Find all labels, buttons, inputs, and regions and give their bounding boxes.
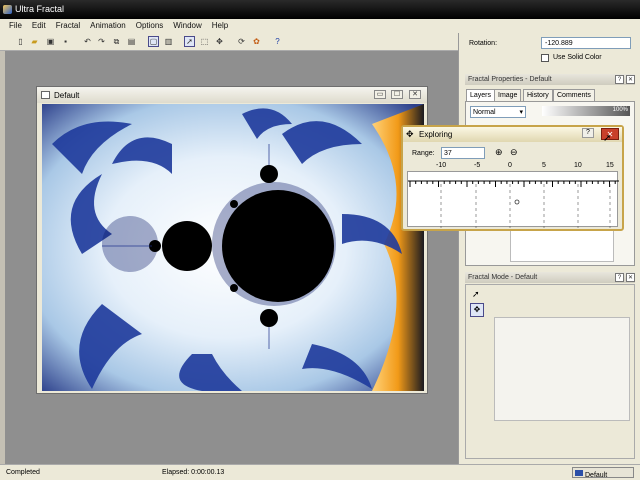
- rotation-label: Rotation:: [469, 40, 498, 47]
- zoom-in-icon[interactable]: ⊕: [495, 147, 503, 158]
- range-input[interactable]: 37: [441, 147, 485, 159]
- fractal-mode-header: Fractal Mode - Default ? ✕: [465, 272, 635, 283]
- close-icon[interactable]: ✕: [626, 75, 635, 84]
- tab-history[interactable]: History: [523, 89, 553, 101]
- help-icon[interactable]: ?: [582, 128, 594, 138]
- zoom-out-icon[interactable]: ⊖: [510, 147, 518, 158]
- exploring-titlebar[interactable]: ✥ Exploring ? ✕: [403, 127, 622, 142]
- new-icon[interactable]: ▯: [15, 36, 26, 47]
- mouse-cursor-icon: ➚: [603, 133, 612, 144]
- ruler-tick-label: 0: [508, 162, 512, 169]
- palette-icon[interactable]: ✿: [251, 36, 262, 47]
- app-title: Ultra Fractal: [15, 4, 65, 14]
- menu-help[interactable]: Help: [207, 19, 233, 33]
- explore-tool-icon[interactable]: ✥: [470, 303, 484, 317]
- undo-icon[interactable]: ↶: [82, 36, 93, 47]
- layout-icon[interactable]: ▢: [148, 36, 159, 47]
- exploring-title: Exploring: [419, 130, 453, 139]
- menu-bar: File Edit Fractal Animation Options Wind…: [0, 19, 640, 33]
- menu-fractal[interactable]: Fractal: [51, 19, 85, 33]
- toolbar: ▯ ▰ ▣ ▪ ↶ ↷ ⧉ ▤ ▢ ▥ ➚ ⬚ ✥ ⟳ ✿ ?: [0, 33, 460, 51]
- maximize-button[interactable]: ☐: [391, 90, 403, 99]
- ruler-scale: [408, 180, 619, 228]
- move-icon[interactable]: ✥: [214, 36, 225, 47]
- document-titlebar[interactable]: Default ▭ ☐ ✕: [37, 87, 427, 103]
- ruler-tick-label: -10: [436, 162, 447, 169]
- save-icon[interactable]: ▪: [60, 36, 71, 47]
- range-label: Range:: [412, 150, 435, 157]
- status-text: Completed: [6, 469, 40, 476]
- elapsed-time: Elapsed: 0:00:00.13: [162, 469, 225, 476]
- opacity-value: 100%: [612, 107, 628, 113]
- layer-icon: [575, 470, 583, 476]
- current-layer-button[interactable]: Default: [572, 467, 634, 479]
- menu-edit[interactable]: Edit: [27, 19, 51, 33]
- open-icon[interactable]: ▰: [29, 36, 40, 47]
- fractal-mode-panel: ➚ ✥: [465, 284, 635, 459]
- minimize-button[interactable]: ▭: [374, 90, 386, 99]
- solid-color-label: Use Solid Color: [553, 54, 602, 61]
- tab-image[interactable]: Image: [494, 89, 522, 101]
- select-arrow-icon[interactable]: ➚: [184, 36, 195, 47]
- ruler-tick-label: 15: [606, 162, 614, 169]
- help-icon[interactable]: ?: [615, 273, 624, 282]
- help-icon[interactable]: ?: [615, 75, 624, 84]
- ruler-tick-label: 5: [542, 162, 546, 169]
- app-titlebar: Ultra Fractal: [0, 0, 640, 19]
- close-icon[interactable]: ✕: [626, 273, 635, 282]
- exploring-window[interactable]: ✥ Exploring ? ✕ Range: 37 ⊕ ⊖ -10 -5 0 5…: [401, 125, 624, 231]
- menu-file[interactable]: File: [4, 19, 27, 33]
- redo-icon[interactable]: ↷: [96, 36, 107, 47]
- fractal-mode-title: Fractal Mode - Default: [468, 274, 538, 281]
- status-bar: Completed Elapsed: 0:00:00.13 Default: [0, 464, 640, 480]
- help-icon[interactable]: ?: [272, 36, 283, 47]
- workspace-edge: [0, 51, 5, 464]
- save-all-icon[interactable]: ▣: [45, 36, 56, 47]
- right-panel: Rotation: -120.889 Use Solid Color Fract…: [458, 33, 640, 464]
- paste-icon[interactable]: ▤: [126, 36, 137, 47]
- ruler-tick-label: 10: [574, 162, 582, 169]
- pointer-tool-icon[interactable]: ➚: [472, 289, 480, 300]
- copy-icon[interactable]: ⧉: [111, 36, 122, 47]
- fractal-properties-title: Fractal Properties - Default: [468, 76, 552, 83]
- opacity-slider[interactable]: 100%: [542, 106, 630, 116]
- ruler-tick-label: -5: [474, 162, 481, 169]
- fractal-properties-header: Fractal Properties - Default ? ✕: [465, 74, 635, 85]
- rotate-icon[interactable]: ⟳: [236, 36, 247, 47]
- tab-layers[interactable]: Layers: [466, 89, 496, 101]
- panel-icon[interactable]: ▥: [163, 36, 174, 47]
- menu-window[interactable]: Window: [168, 19, 206, 33]
- blend-mode-value: Normal: [473, 109, 496, 116]
- zoom-select-icon[interactable]: ⬚: [199, 36, 210, 47]
- chevron-down-icon: ▾: [519, 109, 523, 116]
- ultra-fractal-icon: [3, 5, 12, 14]
- menu-animation[interactable]: Animation: [85, 19, 131, 33]
- mandelbrot-image: [42, 104, 424, 391]
- blend-mode-select[interactable]: Normal ▾: [470, 106, 526, 118]
- document-window[interactable]: Default ▭ ☐ ✕: [36, 86, 428, 394]
- close-button[interactable]: ✕: [409, 90, 421, 99]
- current-layer-label: Default: [585, 472, 608, 479]
- solid-color-checkbox[interactable]: [541, 54, 549, 62]
- rotation-input[interactable]: -120.889: [541, 37, 631, 49]
- document-title: Default: [54, 91, 80, 100]
- explore-icon: ✥: [406, 129, 414, 139]
- mode-preview: [494, 317, 630, 421]
- range-ruler[interactable]: -10 -5 0 5 10 15: [407, 162, 619, 228]
- tab-comments[interactable]: Comments: [553, 89, 595, 101]
- menu-options[interactable]: Options: [131, 19, 169, 33]
- document-icon: [41, 91, 50, 99]
- fractal-canvas[interactable]: [42, 104, 424, 391]
